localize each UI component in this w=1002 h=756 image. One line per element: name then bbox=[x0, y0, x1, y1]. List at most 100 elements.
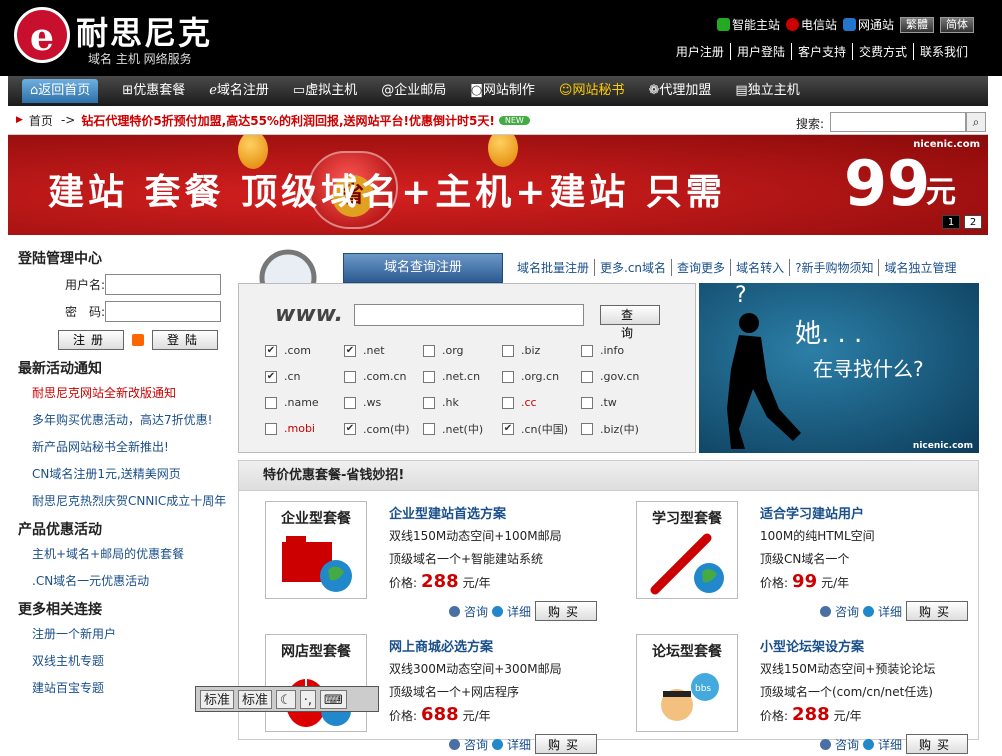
checkbox[interactable] bbox=[423, 370, 435, 383]
logo-icon[interactable]: e bbox=[14, 7, 70, 63]
news-item[interactable]: 多年购买优惠活动，高达7折优惠! bbox=[32, 411, 236, 427]
consult-link[interactable]: 咨询 bbox=[835, 736, 859, 753]
checkbox[interactable] bbox=[581, 396, 593, 409]
ext-0[interactable]: ✔ .com bbox=[265, 342, 344, 359]
more-link[interactable]: 注册一个新用户 bbox=[32, 625, 236, 641]
checkbox[interactable] bbox=[581, 422, 593, 435]
ime-standard-2[interactable]: 标准 bbox=[238, 689, 273, 709]
tab-domain-query[interactable]: 域名查询注册 bbox=[343, 253, 503, 283]
package-name[interactable]: 网上商城必选方案 bbox=[389, 636, 493, 655]
checkbox[interactable] bbox=[581, 370, 593, 383]
pager-1[interactable]: 1 bbox=[942, 215, 960, 229]
ext-10[interactable]: .name bbox=[265, 394, 344, 411]
nav-hosting[interactable]: ▭虚拟主机 bbox=[293, 79, 357, 103]
punct-icon[interactable]: ·, bbox=[299, 689, 316, 709]
customer-support-link[interactable]: 客户支持 bbox=[790, 43, 852, 60]
buy-button[interactable]: 购买 bbox=[535, 734, 598, 754]
consult-link[interactable]: 咨询 bbox=[464, 603, 488, 620]
nav-home[interactable]: ⌂返回首页 bbox=[22, 79, 99, 103]
promo-banner[interactable]: 省 建站 套餐 顶级域名+主机+建站 只需 99 元 nicenic.com 1… bbox=[8, 135, 988, 235]
checkbox[interactable] bbox=[581, 344, 593, 357]
ext-13[interactable]: .cc bbox=[502, 394, 581, 411]
ext-16[interactable]: ✔ .com(中) bbox=[344, 420, 423, 437]
user-login-link[interactable]: 用户登陆 bbox=[729, 43, 791, 60]
traditional-chinese-button[interactable]: 繁體 bbox=[900, 16, 934, 33]
password-input[interactable] bbox=[105, 301, 221, 322]
user-register-link[interactable]: 用户注册 bbox=[670, 43, 730, 60]
register-button[interactable]: 注册 bbox=[58, 330, 125, 350]
package-name[interactable]: 适合学习建站用户 bbox=[760, 503, 864, 522]
checkbox[interactable]: ✔ bbox=[344, 344, 356, 357]
checkbox[interactable] bbox=[502, 396, 514, 409]
domain-query-button[interactable]: 查询 bbox=[600, 305, 660, 340]
telecom-site-link[interactable]: 电信站 bbox=[785, 16, 837, 33]
ext-7[interactable]: .net.cn bbox=[423, 368, 502, 385]
detail-link[interactable]: 详细 bbox=[878, 603, 902, 620]
news-item[interactable]: 新产品网站秘书全新推出! bbox=[32, 438, 236, 454]
checkbox[interactable] bbox=[502, 344, 514, 357]
nav-agent[interactable]: ❁代理加盟 bbox=[648, 79, 711, 103]
nav-web-design[interactable]: ◙网站制作 bbox=[470, 79, 535, 103]
ext-3[interactable]: .biz bbox=[502, 342, 581, 359]
pager-2[interactable]: 2 bbox=[964, 215, 982, 229]
nav-dedicated[interactable]: ▤独立主机 bbox=[735, 79, 799, 103]
ext-19[interactable]: .biz(中) bbox=[581, 420, 660, 437]
nav-domain[interactable]: ℯ域名注册 bbox=[209, 79, 269, 103]
smart-site-link[interactable]: 智能主站 bbox=[716, 16, 780, 33]
checkbox[interactable] bbox=[344, 396, 356, 409]
query-more-link[interactable]: 查询更多 bbox=[671, 259, 730, 276]
promo-item[interactable]: 主机+域名+邮局的优惠套餐 bbox=[32, 545, 236, 561]
detail-link[interactable]: 详细 bbox=[878, 736, 902, 753]
package-image[interactable]: 学习型套餐 bbox=[636, 501, 738, 599]
domain-transfer-link[interactable]: 域名转入 bbox=[730, 259, 789, 276]
more-link[interactable]: 双线主机专题 bbox=[32, 652, 236, 668]
checkbox[interactable] bbox=[344, 370, 356, 383]
domain-manage-link[interactable]: 域名独立管理 bbox=[878, 259, 961, 276]
contact-us-link[interactable]: 联系我们 bbox=[912, 43, 974, 60]
ime-standard-1[interactable]: 标准 bbox=[200, 689, 235, 709]
netcom-site-link[interactable]: 网通站 bbox=[842, 16, 894, 33]
checkbox[interactable] bbox=[423, 396, 435, 409]
detail-link[interactable]: 详细 bbox=[507, 736, 531, 753]
buy-button[interactable]: 购买 bbox=[535, 601, 598, 621]
ext-9[interactable]: .gov.cn bbox=[581, 368, 660, 385]
ext-18[interactable]: ✔ .cn(中国) bbox=[502, 420, 581, 437]
keyboard-icon[interactable]: ⌨ bbox=[319, 689, 347, 709]
username-input[interactable] bbox=[105, 274, 221, 295]
batch-register-link[interactable]: 域名批量注册 bbox=[517, 259, 594, 276]
package-image[interactable]: 企业型套餐 bbox=[265, 501, 367, 599]
checkbox[interactable] bbox=[423, 422, 435, 435]
ext-12[interactable]: .hk bbox=[423, 394, 502, 411]
ext-5[interactable]: ✔ .cn bbox=[265, 368, 344, 385]
nav-packages[interactable]: ⊞优惠套餐 bbox=[122, 79, 185, 103]
search-icon[interactable]: ⌕ bbox=[966, 112, 986, 132]
package-image[interactable]: 网店型套餐 bbox=[265, 634, 367, 732]
ad-banner[interactable]: ? 她. . . 在寻找什么? nicenic.com bbox=[699, 283, 979, 453]
promo-item[interactable]: .CN域名一元优惠活动 bbox=[32, 572, 236, 588]
news-item[interactable]: 耐思尼克热烈庆贺CNNIC成立十周年 bbox=[32, 492, 236, 508]
ext-6[interactable]: .com.cn bbox=[344, 368, 423, 385]
checkbox[interactable] bbox=[265, 422, 277, 435]
detail-link[interactable]: 详细 bbox=[507, 603, 531, 620]
consult-link[interactable]: 咨询 bbox=[835, 603, 859, 620]
promo-link[interactable]: 钻石代理特价5折预付加盟,高达55%的利润回报,送网站平台!优惠倒计时5天! bbox=[81, 112, 495, 129]
nav-site-secretary[interactable]: ☺网站秘书 bbox=[559, 79, 625, 103]
ext-4[interactable]: .info bbox=[581, 342, 660, 359]
checkbox[interactable] bbox=[502, 370, 514, 383]
simplified-chinese-button[interactable]: 简体 bbox=[940, 16, 974, 33]
buy-button[interactable]: 购买 bbox=[906, 734, 969, 754]
ext-17[interactable]: .net(中) bbox=[423, 420, 502, 437]
login-button[interactable]: 登陆 bbox=[152, 330, 219, 350]
checkbox[interactable] bbox=[265, 396, 277, 409]
nav-mail[interactable]: @企业邮局 bbox=[381, 79, 446, 103]
news-item[interactable]: 耐思尼克网站全新改版通知 bbox=[32, 384, 236, 400]
ext-1[interactable]: ✔ .net bbox=[344, 342, 423, 359]
ext-15[interactable]: .mobi bbox=[265, 420, 344, 437]
package-name[interactable]: 小型论坛架设方案 bbox=[760, 636, 864, 655]
consult-link[interactable]: 咨询 bbox=[464, 736, 488, 753]
checkbox[interactable]: ✔ bbox=[265, 370, 277, 383]
ext-11[interactable]: .ws bbox=[344, 394, 423, 411]
buy-button[interactable]: 购买 bbox=[906, 601, 969, 621]
checkbox[interactable]: ✔ bbox=[502, 422, 514, 435]
checkbox[interactable]: ✔ bbox=[344, 422, 356, 435]
